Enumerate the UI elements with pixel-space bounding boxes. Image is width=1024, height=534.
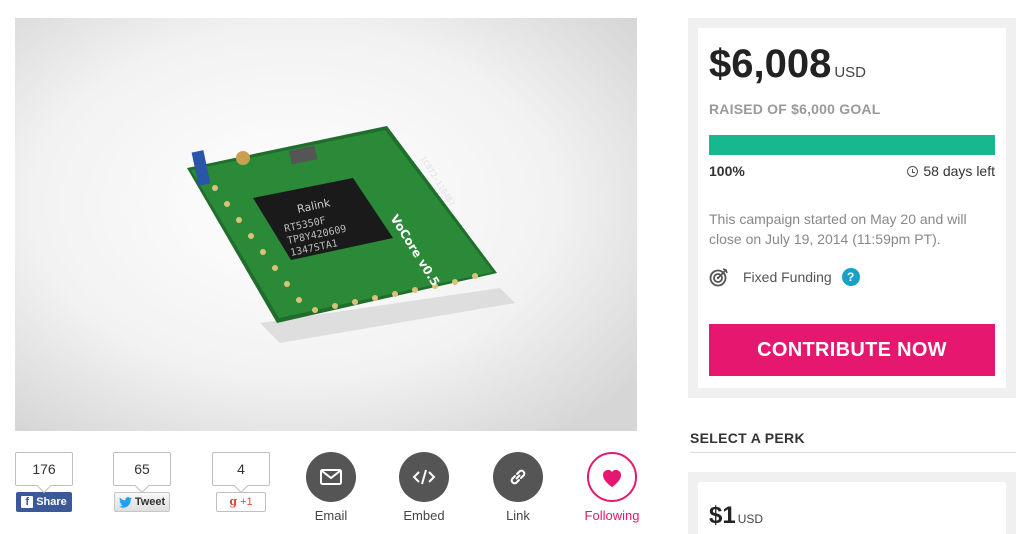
- google-plus-icon: g: [229, 495, 238, 508]
- facebook-share-label: Share: [36, 496, 67, 508]
- twitter-bird-icon: [118, 496, 132, 508]
- progress-fill: [709, 135, 995, 155]
- raised-value: $6,008: [709, 42, 832, 86]
- raised-amount: $6,008 USD: [709, 44, 995, 93]
- perk-currency: USD: [737, 512, 764, 526]
- tweet-button[interactable]: Tweet: [114, 492, 170, 512]
- select-perk-heading: SELECT A PERK: [690, 430, 805, 446]
- time-remaining: 58 days left: [907, 163, 995, 179]
- heart-icon: [603, 470, 621, 487]
- campaign-panel: $6,008 USD RAISED OF $6,000 GOAL 100% 58 …: [688, 18, 1016, 398]
- email-button[interactable]: [306, 452, 356, 502]
- perk-value: $1: [709, 502, 736, 529]
- embed-button[interactable]: [399, 452, 449, 502]
- progress-bar: [709, 135, 995, 155]
- link-label: Link: [506, 508, 530, 523]
- twitter-count: 65: [113, 452, 171, 486]
- perk-amount: $1 USD: [709, 502, 763, 529]
- envelope-icon: [320, 469, 342, 485]
- embed-label: Embed: [403, 508, 445, 523]
- tweet-label: Tweet: [134, 496, 166, 508]
- email-action[interactable]: Email: [296, 452, 366, 523]
- funding-type: Fixed Funding ?: [709, 267, 995, 287]
- following-label: Following: [584, 508, 640, 523]
- vocore-board-illustration: Ralink RT5350F TP8Y420609 1347STA1 VoCor…: [15, 18, 637, 431]
- facebook-count: 176: [15, 452, 73, 486]
- email-label: Email: [314, 508, 348, 523]
- share-bar: 176 f Share 65 Tweet 4 g +1 Email Embed …: [15, 452, 645, 532]
- divider: [690, 452, 1016, 453]
- code-icon: [412, 469, 436, 485]
- facebook-share: 176 f Share: [15, 452, 73, 512]
- facebook-icon: f: [21, 496, 34, 508]
- help-icon[interactable]: ?: [841, 268, 860, 286]
- link-action[interactable]: Link: [483, 452, 553, 523]
- raised-currency: USD: [834, 64, 867, 81]
- perk-card[interactable]: $1 USD: [688, 472, 1016, 534]
- progress-meta: 100% 58 days left: [709, 163, 995, 179]
- perk-card-inner: $1 USD: [698, 482, 1006, 534]
- embed-action[interactable]: Embed: [389, 452, 459, 523]
- campaign-card: $6,008 USD RAISED OF $6,000 GOAL 100% 58 …: [698, 28, 1006, 388]
- twitter-share: 65 Tweet: [113, 452, 171, 512]
- percent-funded: 100%: [709, 163, 745, 179]
- following-action[interactable]: Following: [577, 452, 647, 523]
- campaign-dates: This campaign started on May 20 and will…: [709, 211, 967, 247]
- target-icon: [709, 268, 728, 287]
- google-plus-count: 4: [212, 452, 270, 486]
- facebook-share-button[interactable]: f Share: [16, 492, 72, 512]
- goal-text: RAISED OF $6,000 GOAL: [709, 101, 881, 117]
- contribute-now-button[interactable]: CONTRIBUTE NOW: [709, 324, 995, 376]
- clock-icon: [907, 166, 919, 177]
- google-plus-button[interactable]: g +1: [216, 492, 266, 512]
- link-button[interactable]: [493, 452, 543, 502]
- google-plus-label: +1: [240, 496, 253, 508]
- funding-type-label: Fixed Funding: [743, 269, 832, 285]
- google-plus-share: 4 g +1: [212, 452, 270, 512]
- link-icon: [510, 469, 526, 485]
- days-left: 58 days left: [923, 163, 995, 179]
- follow-button[interactable]: [587, 452, 637, 502]
- product-image: Ralink RT5350F TP8Y420609 1347STA1 VoCor…: [15, 18, 637, 431]
